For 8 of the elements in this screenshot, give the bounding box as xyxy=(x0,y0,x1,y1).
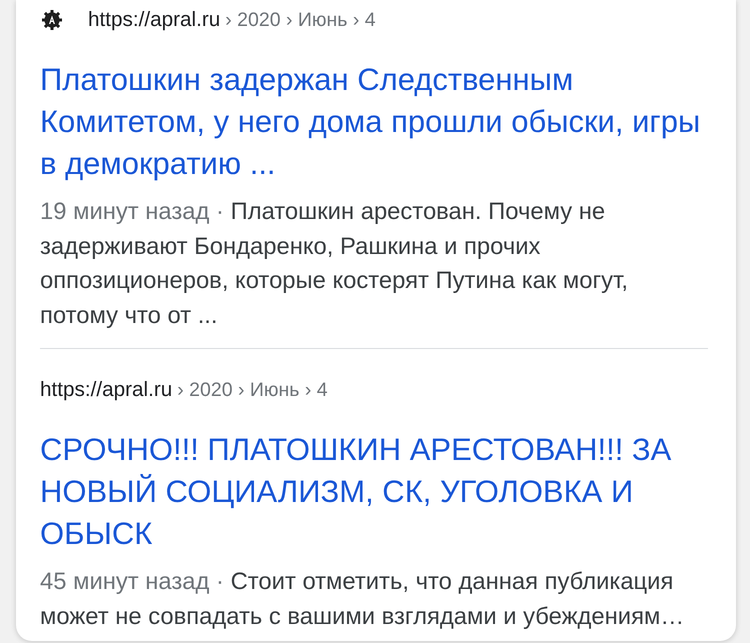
breadcrumb-path: › 2020 › Июнь › 4 xyxy=(177,378,328,402)
result-url: https://apral.ru xyxy=(88,8,220,32)
result-snippet: 45 минут назад · Стоит отметить, что данная публикация может не совпадать с вашими взглядами и убеждениям… xyxy=(40,567,686,632)
breadcrumb-path: › 2020 › Июнь › 4 xyxy=(225,8,376,32)
result-snippet: 19 минут назад · Платошкин арестован. Почему не задерживают Бондаренко, Рашкина и прочих оппозиционеров, которые костерят Путина как могут, потому что от ... xyxy=(40,197,629,330)
result-url: https://apral.ru xyxy=(40,378,172,402)
result-title-link[interactable]: Платошкин задержан Следственным Комитетом, у него дома прошли обыски, игры в демократию ... xyxy=(40,59,716,185)
result-title-link[interactable]: СРОЧНО!!! ПЛАТОШКИН АРЕСТОВАН!!! ЗА НОВЫЙ СОЦИАЛИЗМ, СК, УГОЛОВКА И ОБЫСК xyxy=(40,429,716,555)
